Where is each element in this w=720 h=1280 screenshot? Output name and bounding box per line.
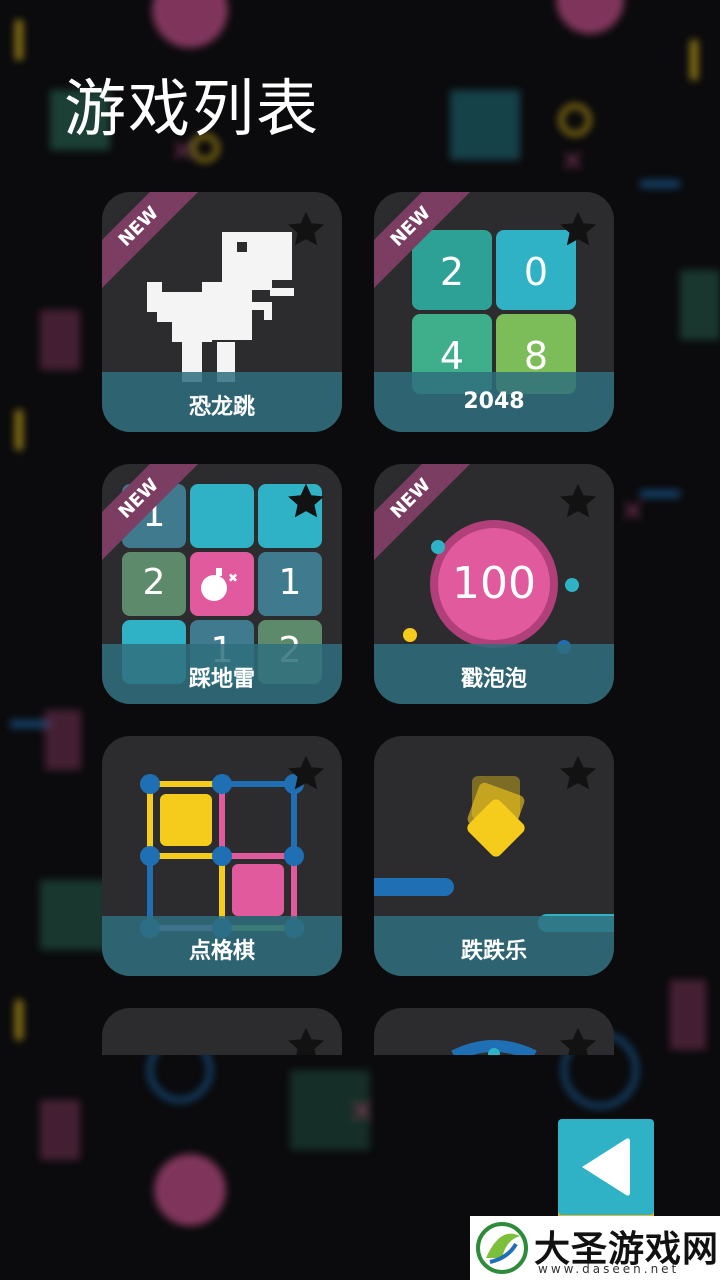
watermark-url: www.daseen.net xyxy=(538,1262,680,1276)
game-label: 恐龙跳 xyxy=(188,395,255,420)
cell-value: 1 xyxy=(278,562,302,603)
star-icon[interactable] xyxy=(556,480,600,524)
star-icon[interactable] xyxy=(284,752,328,796)
star-icon[interactable] xyxy=(556,752,600,796)
star-icon[interactable] xyxy=(284,1024,328,1055)
cell-value: 2 xyxy=(142,562,166,603)
svg-text:×: × xyxy=(560,143,585,178)
svg-text:✖: ✖ xyxy=(228,571,238,585)
game-card-partial-right[interactable] xyxy=(374,1008,614,1055)
triangle-left-icon xyxy=(582,1138,630,1196)
watermark: 大圣游戏网 www.daseen.net xyxy=(470,1216,720,1280)
game-card-jump[interactable]: 跌跌乐 xyxy=(374,736,614,976)
svg-text:×: × xyxy=(350,1093,375,1128)
back-button[interactable] xyxy=(558,1119,654,1215)
game-card-2048[interactable]: 2 0 4 8 2048 NEW xyxy=(374,192,614,432)
star-icon[interactable] xyxy=(556,1024,600,1055)
game-label: 点格棋 xyxy=(188,939,255,964)
game-card-partial-left[interactable] xyxy=(102,1008,342,1055)
game-list[interactable]: 恐龙跳 NEW 2 0 4 8 2048 NEW ✖ 1 2 1 踩地雷 NEW… xyxy=(0,180,720,1055)
game-card-bubbles[interactable]: 100 戳泡泡 NEW xyxy=(374,464,614,704)
star-icon[interactable] xyxy=(284,208,328,252)
game-label: 踩地雷 xyxy=(188,667,255,692)
star-icon[interactable] xyxy=(284,480,328,524)
page-title: 游戏列表 xyxy=(64,72,321,145)
game-label: 跌跌乐 xyxy=(460,939,527,964)
daseen-logo-icon xyxy=(476,1222,528,1274)
star-icon[interactable] xyxy=(556,208,600,252)
tile-value: 2 xyxy=(439,250,465,294)
game-label: 2048 xyxy=(463,389,525,414)
game-card-dots[interactable]: 点格棋 xyxy=(102,736,342,976)
tile-value: 0 xyxy=(523,250,549,294)
game-card-dino[interactable]: 恐龙跳 NEW xyxy=(102,192,342,432)
game-card-minesweeper[interactable]: ✖ 1 2 1 1 2 踩地雷 NEW xyxy=(102,464,342,704)
game-label: 戳泡泡 xyxy=(460,667,527,692)
bubble-score: 100 xyxy=(452,558,536,609)
